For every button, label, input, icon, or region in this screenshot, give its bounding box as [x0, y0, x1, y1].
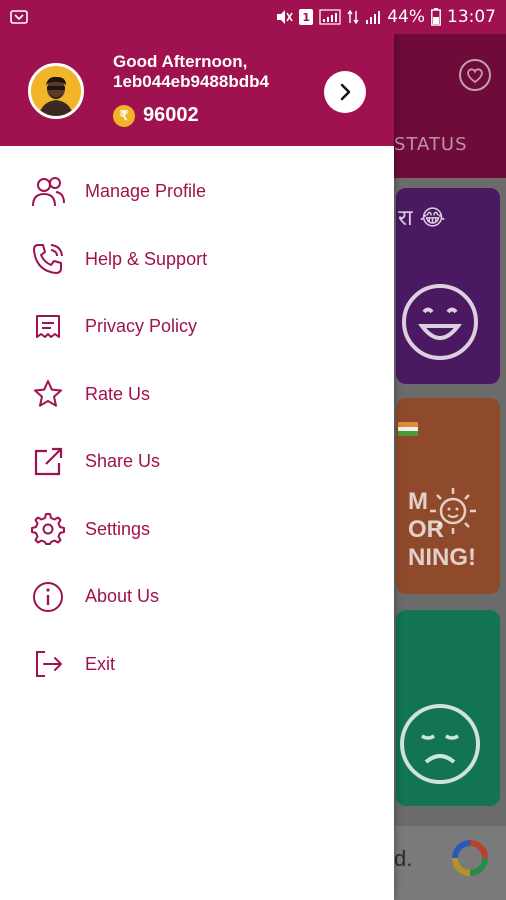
morning-text-line: NING! — [408, 544, 476, 571]
sad-face-icon — [400, 704, 480, 784]
menu-label: Rate Us — [85, 383, 151, 404]
menu-label: Manage Profile — [85, 181, 207, 202]
menu-item-settings[interactable]: Settings — [0, 496, 394, 564]
chevron-right-icon — [340, 83, 351, 101]
battery-percent: 44% — [387, 7, 425, 27]
battery-icon — [431, 8, 441, 26]
sim-icon: 1 — [299, 9, 314, 25]
mute-icon — [275, 9, 293, 25]
coin-balance: ₹ 96002 — [113, 104, 199, 127]
menu-label: Share Us — [85, 451, 161, 472]
heart-icon[interactable] — [458, 58, 492, 97]
menu-label: About Us — [85, 586, 160, 607]
navigation-drawer: Good Afternoon, 1eb044eb9488bdb4 ₹ 96002… — [0, 34, 394, 900]
menu-label: Help & Support — [85, 248, 208, 269]
profile-next-button[interactable] — [324, 71, 366, 113]
info-icon — [30, 579, 66, 615]
status-card[interactable] — [396, 610, 500, 806]
clock: 13:07 — [447, 7, 496, 27]
users-icon — [30, 174, 66, 210]
status-card[interactable]: रा 😂 — [396, 188, 500, 384]
coin-value: 96002 — [143, 104, 199, 126]
menu-item-help-support[interactable]: Help & Support — [0, 226, 394, 294]
menu-label: Exit — [85, 653, 116, 674]
greeting-text: Good Afternoon, — [113, 52, 248, 71]
menu-item-privacy-policy[interactable]: Privacy Policy — [0, 293, 394, 361]
menu-item-share-us[interactable]: Share Us — [0, 428, 394, 496]
user-avatar-icon — [31, 66, 81, 116]
tab-status[interactable]: STATUS — [394, 134, 468, 155]
menu-item-manage-profile[interactable]: Manage Profile — [0, 158, 394, 226]
star-icon — [30, 376, 66, 412]
signal-icon — [319, 9, 341, 25]
menu-label: Settings — [85, 518, 151, 539]
status-bar: 1 44% 13:07 — [0, 0, 506, 34]
flag-icon — [398, 422, 418, 436]
phone-support-icon — [30, 241, 66, 277]
username: 1eb044eb9488bdb4 — [113, 72, 269, 91]
receipt-icon — [30, 309, 66, 345]
background-app-bar: STATUS — [394, 34, 506, 178]
share-external-icon — [30, 444, 66, 480]
gear-icon — [30, 511, 66, 547]
notification-icon — [10, 10, 28, 24]
ad-text: d. — [394, 846, 413, 871]
laughing-face-icon — [402, 284, 478, 360]
coin-icon: ₹ — [113, 104, 135, 127]
ad-logo-icon — [452, 840, 488, 876]
sun-icon — [430, 488, 476, 534]
menu-item-about-us[interactable]: About Us — [0, 563, 394, 631]
exit-icon — [30, 646, 66, 682]
data-arrows-icon — [347, 9, 359, 25]
drawer-header: Good Afternoon, 1eb044eb9488bdb4 ₹ 96002 — [0, 34, 394, 146]
status-card-text: रा 😂 — [398, 206, 446, 231]
drawer-menu: Manage Profile Help & Support Privacy Po… — [0, 158, 394, 698]
avatar[interactable] — [28, 63, 84, 119]
ad-banner[interactable]: d. — [394, 826, 506, 900]
background-app: STATUS रा 😂 M OR NING! d. — [394, 34, 506, 900]
signal-bars-icon — [365, 9, 381, 25]
menu-item-rate-us[interactable]: Rate Us — [0, 361, 394, 429]
status-card[interactable]: M OR NING! — [396, 398, 500, 594]
menu-label: Privacy Policy — [85, 316, 198, 337]
menu-item-exit[interactable]: Exit — [0, 631, 394, 699]
